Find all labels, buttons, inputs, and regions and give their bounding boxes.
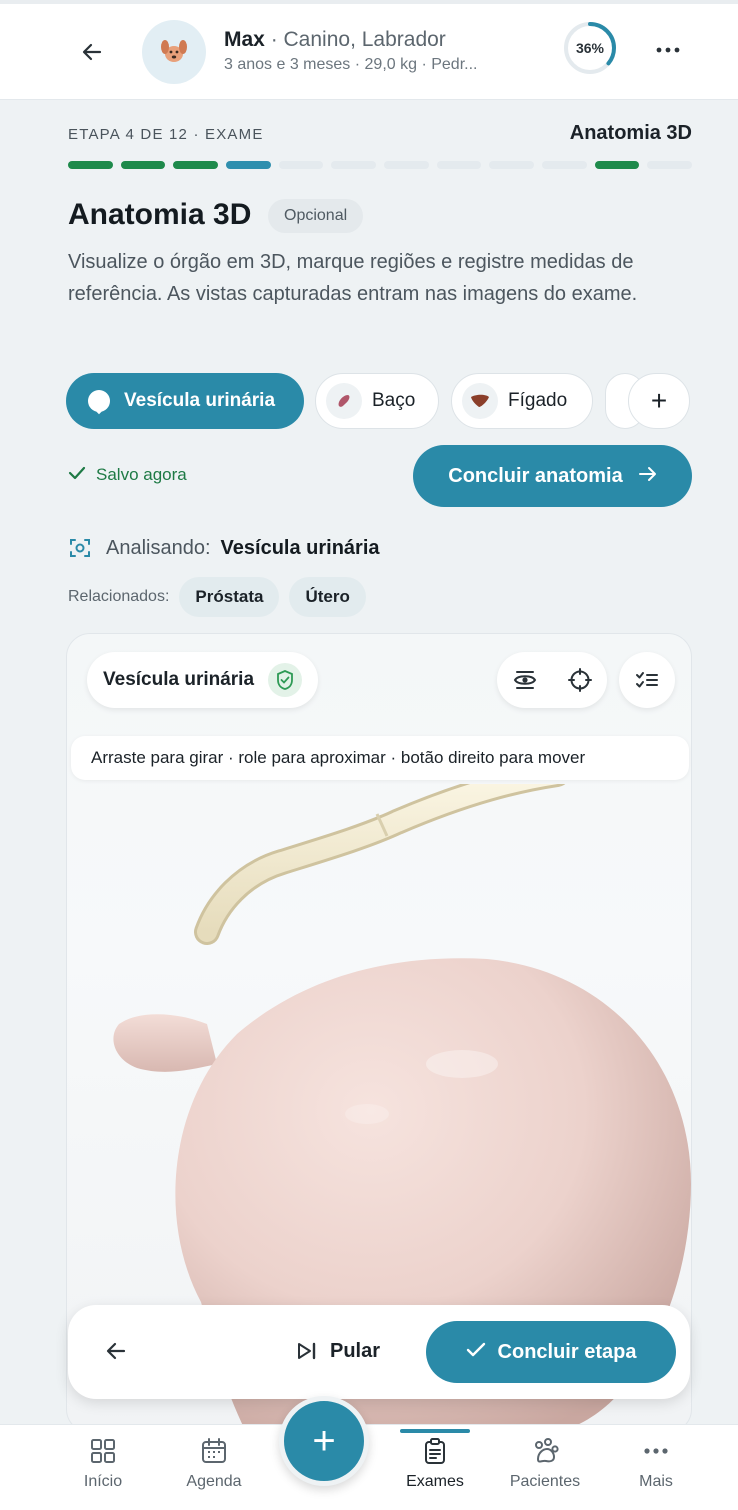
save-status: Salvo agora xyxy=(68,464,187,485)
related-chip-prostata[interactable]: Próstata xyxy=(179,577,280,617)
organ-chip-baco[interactable]: Baço xyxy=(315,373,439,429)
step-progress-segments xyxy=(68,161,692,169)
organ-chip-label: Fígado xyxy=(508,390,568,411)
location-pin-icon xyxy=(88,390,110,412)
crosshair-icon xyxy=(567,668,592,692)
step-segment-8 xyxy=(436,161,482,169)
nav-item-agenda[interactable]: Agenda xyxy=(169,1437,259,1507)
related-chip-utero[interactable]: Útero xyxy=(289,577,366,617)
finish-step-label: Concluir etapa xyxy=(497,1340,637,1363)
viewer-hint: Arraste para girar · role para aproximar… xyxy=(71,736,689,780)
skip-button[interactable]: Pular xyxy=(296,1331,380,1371)
pet-name-line[interactable]: Max · Canino, Labrador xyxy=(224,28,446,52)
pet-meta: 3 anos e 3 meses · 29,0 kg · Pedr... xyxy=(224,56,478,73)
step-segment-7 xyxy=(384,161,429,169)
more-horizontal-icon xyxy=(644,1448,668,1454)
step-name: Anatomia 3D xyxy=(569,122,692,144)
organ-chip-label: Vesícula urinária xyxy=(124,390,276,411)
nav-label: Pacientes xyxy=(509,1473,581,1490)
viewer-tool-group xyxy=(497,652,607,708)
nav-label: Exames xyxy=(406,1473,464,1490)
arrow-left-icon xyxy=(106,1342,126,1360)
check-icon xyxy=(68,464,86,485)
bottom-navigation: Início Agenda Exames Pacientes Mais xyxy=(0,1424,738,1510)
crosshair-button[interactable] xyxy=(552,652,607,708)
exam-progress-ring: 36% xyxy=(562,20,618,76)
nav-item-pacientes[interactable]: Pacientes xyxy=(500,1437,590,1507)
progress-percent: 36% xyxy=(575,40,605,56)
scan-icon xyxy=(70,539,90,557)
pet-name: Max xyxy=(224,28,265,51)
related-label: Relacionados: xyxy=(68,588,170,605)
step-segment-3 xyxy=(173,161,218,169)
page-title: Anatomia 3D xyxy=(68,198,252,231)
step-segment-2 xyxy=(120,161,166,169)
step-segment-5 xyxy=(278,161,324,169)
save-status-text: Salvo agora xyxy=(96,464,187,484)
grid-icon xyxy=(91,1439,115,1463)
shield-check-icon xyxy=(268,663,303,697)
viewer-organ-title: Vesícula urinária xyxy=(87,652,319,708)
view-toggle-button[interactable] xyxy=(497,652,552,708)
paw-icon xyxy=(535,1438,559,1463)
step-label: ETAPA 4 DE 12 · EXAME xyxy=(68,126,264,143)
skip-forward-icon xyxy=(298,1342,316,1360)
more-options-button[interactable] xyxy=(648,30,688,70)
organ-chip-label: Baço xyxy=(372,390,416,411)
spleen-icon xyxy=(326,383,362,419)
more-horizontal-icon xyxy=(656,47,680,53)
dog-icon xyxy=(161,40,187,62)
checklist-button[interactable] xyxy=(619,652,675,708)
organ-chip-vesicula[interactable]: Vesícula urinária xyxy=(66,373,304,429)
pet-avatar[interactable] xyxy=(142,20,206,84)
header-top-line xyxy=(0,0,738,4)
step-segment-1 xyxy=(68,161,113,169)
nav-label: Início xyxy=(83,1473,123,1490)
checklist-icon xyxy=(636,672,658,688)
step-segment-12 xyxy=(647,161,692,169)
nav-label: Agenda xyxy=(186,1473,242,1490)
organ-chip-figado[interactable]: Fígado xyxy=(451,373,593,429)
analyzing-line: Analisando: Vesícula urinária xyxy=(68,536,380,560)
finish-anatomy-button[interactable]: Concluir anatomia xyxy=(413,445,692,507)
step-action-bar: Pular Concluir etapa xyxy=(68,1305,690,1399)
organ-chips: Vesícula urinária Baço Fígado + xyxy=(0,373,738,431)
nav-label: Mais xyxy=(639,1473,673,1490)
plus-icon: + xyxy=(312,1418,336,1463)
pet-breed: · Canino, Labrador xyxy=(264,28,446,51)
calendar-icon xyxy=(202,1438,226,1463)
eye-view-icon xyxy=(513,671,536,689)
analyzing-organ: Vesícula urinária xyxy=(220,536,380,559)
step-segment-4 xyxy=(226,161,271,169)
step-segment-10 xyxy=(542,161,587,169)
skip-label: Pular xyxy=(330,1339,381,1362)
finish-step-button[interactable]: Concluir etapa xyxy=(426,1321,676,1383)
viewer-toolbar xyxy=(497,652,675,708)
back-button[interactable] xyxy=(72,34,112,70)
new-exam-fab[interactable]: + xyxy=(279,1396,369,1486)
related-organs: Relacionados: Próstata Útero xyxy=(68,576,366,618)
nav-item-inicio[interactable]: Início xyxy=(58,1437,148,1507)
step-segment-9 xyxy=(489,161,534,169)
step-segment-6 xyxy=(331,161,376,169)
step-segment-11 xyxy=(594,161,640,169)
nav-item-exames[interactable]: Exames xyxy=(390,1429,480,1507)
arrow-right-icon xyxy=(638,465,657,488)
check-icon xyxy=(466,1341,486,1364)
add-organ-button[interactable]: + xyxy=(628,373,690,429)
viewer-organ-name: Vesícula urinária xyxy=(103,669,255,690)
arrow-left-icon xyxy=(82,43,102,61)
optional-badge: Opcional xyxy=(268,199,364,233)
viewer-hint-text: Arraste para girar · role para aproximar… xyxy=(91,748,586,767)
analyzing-label: Analisando: xyxy=(106,536,211,559)
nav-item-mais[interactable]: Mais xyxy=(611,1437,701,1507)
page-description: Visualize o órgão em 3D, marque regiões … xyxy=(68,251,638,305)
app-header: Max · Canino, Labrador 3 anos e 3 meses … xyxy=(0,0,738,100)
finish-anatomy-label: Concluir anatomia xyxy=(448,464,623,487)
clipboard-icon xyxy=(425,1438,445,1464)
liver-icon xyxy=(462,383,498,419)
previous-step-button[interactable] xyxy=(96,1331,136,1371)
plus-icon: + xyxy=(650,385,668,416)
